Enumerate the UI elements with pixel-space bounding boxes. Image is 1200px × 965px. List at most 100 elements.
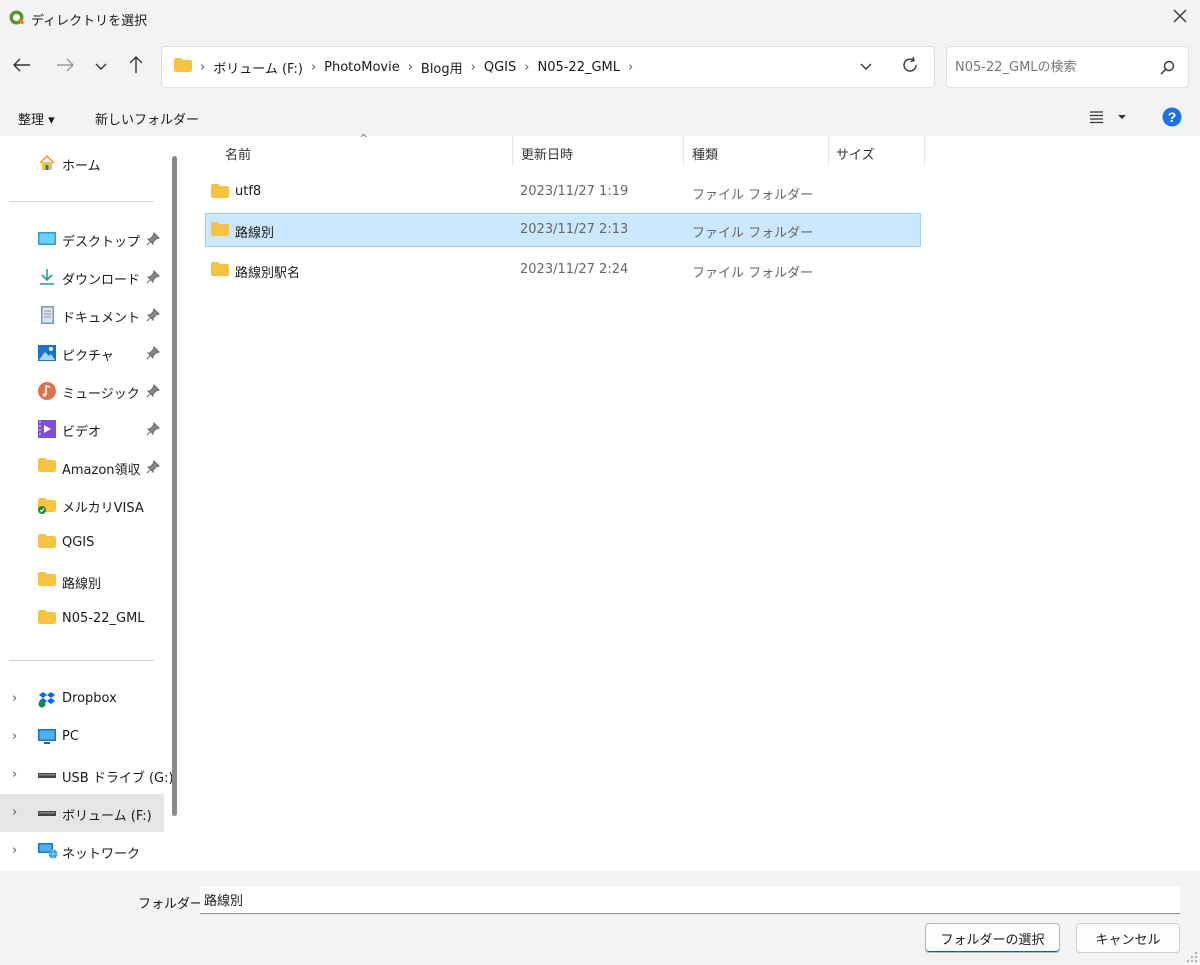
sidebar-item-volume-f[interactable]: › ボリューム (F:) — [0, 794, 164, 832]
pin-icon — [146, 422, 160, 436]
network-icon — [38, 842, 58, 860]
column-header-date[interactable]: 更新日時 — [521, 144, 573, 163]
crumb-separator[interactable]: › — [406, 60, 415, 75]
table-row[interactable]: 路線別駅名 2023/11/27 2:24 ファイル フォルダー — [205, 253, 921, 287]
file-date: 2023/11/27 1:19 — [520, 184, 629, 199]
up-button[interactable] — [122, 53, 150, 81]
view-options-button[interactable] — [1089, 110, 1129, 128]
sidebar-item-label: USB ドライブ (G:) — [62, 771, 174, 786]
pin-icon — [146, 460, 160, 474]
divider — [9, 201, 154, 202]
organize-button[interactable]: 整理 ▾ — [18, 109, 55, 128]
folder-icon — [174, 58, 192, 76]
sidebar-item-n05[interactable]: N05-22_GML — [0, 600, 164, 638]
sidebar-item-desktop[interactable]: デスクトップ — [0, 220, 164, 258]
sidebar-item-usb[interactable]: › USB ドライブ (G:) — [0, 756, 174, 794]
crumb-separator[interactable]: › — [309, 60, 318, 75]
pictures-icon — [38, 344, 56, 362]
column-separator[interactable] — [683, 136, 684, 166]
column-separator[interactable] — [828, 136, 829, 166]
crumb-separator[interactable]: › — [626, 60, 635, 75]
sidebar-item-qgis[interactable]: QGIS — [0, 524, 164, 562]
resize-grip-icon[interactable] — [1186, 951, 1198, 965]
arrow-up-icon — [129, 56, 143, 78]
folder-icon — [211, 262, 229, 276]
file-name: utf8 — [235, 184, 262, 199]
home-icon — [38, 154, 56, 172]
sidebar-item-amazon[interactable]: Amazon領収 — [0, 448, 164, 486]
search-icon[interactable] — [1160, 60, 1175, 79]
refresh-button[interactable] — [896, 53, 924, 81]
crumb-separator[interactable]: › — [522, 60, 531, 75]
sidebar-item-label: ミュージック — [62, 387, 140, 402]
sidebar-item-dropbox[interactable]: › Dropbox — [0, 680, 164, 718]
sidebar-item-home[interactable]: ホーム — [0, 144, 164, 182]
help-icon: ? — [1162, 107, 1182, 131]
sidebar-item-mercari[interactable]: メルカリVISA — [0, 486, 164, 524]
pin-icon — [146, 270, 160, 284]
crumb-qgis[interactable]: QGIS — [478, 60, 522, 75]
sidebar-item-label: ボリューム (F:) — [62, 809, 152, 824]
sidebar-item-label: Amazon領収 — [62, 463, 141, 478]
sidebar-item-label: ネットワーク — [62, 847, 141, 862]
sidebar-scrollbar-thumb[interactable] — [172, 156, 177, 816]
cancel-button[interactable]: キャンセル — [1076, 923, 1180, 953]
column-header-name[interactable]: 名前 — [225, 144, 251, 163]
help-button[interactable]: ? — [1162, 107, 1182, 131]
chevron-right-icon[interactable]: › — [12, 805, 24, 821]
sidebar-item-pc[interactable]: › PC — [0, 718, 164, 756]
back-button[interactable] — [8, 53, 36, 81]
crumb-photomovie[interactable]: PhotoMovie — [318, 60, 406, 75]
navigation-pane: ホーム デスクトップ ダウンロード ドキュメント ピクチャ ミュージック ビデオ… — [0, 136, 185, 871]
chevron-right-icon[interactable]: › — [12, 729, 24, 745]
search-input[interactable] — [955, 57, 1150, 77]
table-row[interactable]: 路線別 2023/11/27 2:13 ファイル フォルダー — [205, 213, 921, 247]
forward-button[interactable] — [51, 53, 79, 81]
folder-name-input[interactable] — [200, 886, 1180, 914]
table-row[interactable]: utf8 2023/11/27 1:19 ファイル フォルダー — [205, 175, 921, 209]
folder-icon — [38, 534, 56, 552]
file-type: ファイル フォルダー — [692, 266, 814, 281]
sidebar-item-label: ピクチャ — [62, 349, 114, 364]
crumb-blog[interactable]: Blog用 — [415, 58, 469, 77]
file-name: 路線別駅名 — [235, 266, 301, 281]
file-date: 2023/11/27 2:24 — [520, 262, 629, 277]
arrow-left-icon — [13, 58, 31, 76]
sidebar-item-pictures[interactable]: ピクチャ — [0, 334, 164, 372]
title-bar — [0, 0, 1200, 36]
address-bar[interactable]: › ボリューム (F:) › PhotoMovie › Blog用 › QGIS… — [161, 46, 935, 88]
crumb-separator[interactable]: › — [198, 60, 207, 75]
close-button[interactable] — [1160, 0, 1200, 36]
column-header-type[interactable]: 種類 — [692, 144, 718, 163]
chevron-right-icon[interactable]: › — [12, 843, 24, 859]
sidebar-item-label: ビデオ — [62, 425, 102, 440]
document-icon — [38, 306, 56, 324]
pin-icon — [146, 232, 160, 246]
address-dropdown-button[interactable] — [852, 53, 880, 81]
sidebar-item-label: ダウンロード — [62, 273, 141, 288]
sidebar-item-videos[interactable]: ビデオ — [0, 410, 164, 448]
file-type: ファイル フォルダー — [692, 188, 814, 203]
column-header-size[interactable]: サイズ — [836, 144, 875, 163]
crumb-separator[interactable]: › — [469, 60, 478, 75]
chevron-right-icon[interactable]: › — [12, 691, 24, 707]
search-box — [946, 46, 1189, 88]
sidebar-item-network[interactable]: › ネットワーク — [0, 832, 164, 870]
sidebar-item-downloads[interactable]: ダウンロード — [0, 258, 164, 296]
crumb-n05[interactable]: N05-22_GML — [531, 60, 626, 75]
chevron-right-icon[interactable]: › — [12, 767, 24, 783]
column-separator[interactable] — [512, 136, 513, 166]
folder-icon — [38, 572, 56, 590]
crumb-volume[interactable]: ボリューム (F:) — [207, 58, 309, 77]
folder-icon — [38, 458, 56, 476]
sidebar-item-rosenbetsu[interactable]: 路線別 — [0, 562, 164, 600]
recent-locations-button[interactable] — [87, 53, 115, 81]
sidebar-item-music[interactable]: ミュージック — [0, 372, 164, 410]
sidebar-item-documents[interactable]: ドキュメント — [0, 296, 164, 334]
select-folder-button[interactable]: フォルダーの選択 — [925, 923, 1060, 953]
file-type: ファイル フォルダー — [692, 226, 814, 241]
new-folder-button[interactable]: 新しいフォルダー — [95, 109, 199, 128]
column-separator[interactable] — [924, 136, 925, 166]
close-icon — [1173, 9, 1187, 27]
sidebar-item-label: N05-22_GML — [62, 611, 145, 626]
